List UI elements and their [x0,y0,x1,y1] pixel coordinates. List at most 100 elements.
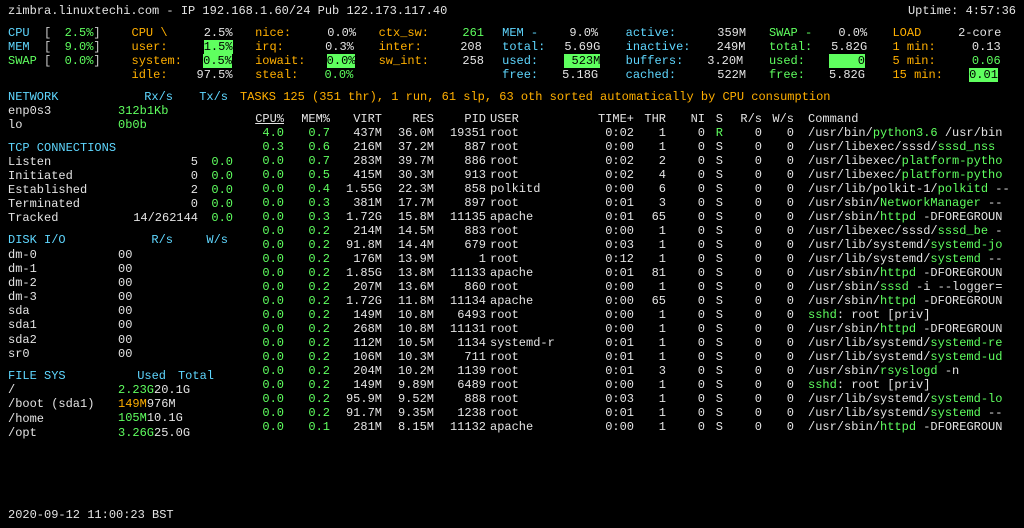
swap-total-label: total: [769,40,812,54]
load-5min-label: 5 min: [892,54,935,68]
fs-row: /opt3.26G25.0G [8,426,214,440]
network-row: enp0s3312b1Kb [8,104,228,118]
uptime-label: Uptime: [908,4,958,18]
swint-val: 258 [429,54,484,68]
process-table[interactable]: CPU%MEM% VIRTRESPID USERTIME+THR NISR/sW… [240,112,1012,434]
swap-pct: 0.0% [58,54,93,68]
disk-row: sda00 [8,304,228,318]
swap-free-label: free: [769,68,805,82]
mem-buffers-val: 3.20M [683,54,743,68]
load-cores: 2-core [921,26,1001,40]
nice-label: nice: [255,26,291,40]
process-row[interactable]: 0.00.2 91.8M14.4M679 root0:031 0S00 /usr… [240,238,1012,252]
mem-cached-label: cached: [626,68,676,82]
swap2-pct: 0.0% [812,26,867,40]
disk-row: sr000 [8,347,228,361]
tcp-row: Established20.0 [8,183,233,197]
cpu-label: CPU [8,26,30,40]
uptime-value: 4:57:36 [966,4,1016,18]
process-header[interactable]: CPU%MEM% VIRTRESPID USERTIME+THR NISR/sW… [240,112,1012,126]
process-row[interactable]: 0.00.2 268M10.8M11131 root0:001 0S00 /us… [240,322,1012,336]
process-row[interactable]: 0.00.1 281M8.15M11132 apache0:001 0S00 /… [240,420,1012,434]
process-row[interactable]: 0.00.2 91.7M9.35M1238 root0:011 0S00 /us… [240,406,1012,420]
process-row[interactable]: 0.00.2 214M14.5M883 root0:001 0S00 /usr/… [240,224,1012,238]
meters: CPU [ 2.5%] MEM [ 9.0%] SWAP [ 0.0%] CPU… [8,26,1016,82]
fs-row: /boot (sda1)149M976M [8,397,214,411]
inter-label: inter: [379,40,422,54]
process-row[interactable]: 0.00.2 112M10.5M1134 systemd-r0:011 0S00… [240,336,1012,350]
host-line: zimbra.linuxtechi.com - IP 192.168.1.60/… [8,4,447,18]
mem-used-val: 523M [572,54,601,68]
mem-buffers-label: buffers: [626,54,684,68]
cpu-user-pct: 1.5% [204,40,233,54]
cpu-system-label: system: [132,54,182,68]
tcp-row: Listen50.0 [8,155,233,169]
mem-active-label: active: [626,26,676,40]
swap-used-val: 0 [858,54,865,68]
process-row[interactable]: 0.00.2 1.72G11.8M11134 apache0:0065 0S00… [240,294,1012,308]
fs-row: /home105M10.1G [8,411,214,425]
process-row[interactable]: 0.00.2 95.9M9.52M888 root0:031 0S00 /usr… [240,392,1012,406]
network-row: lo0b0b [8,118,228,132]
irq-pct: 0.3% [284,40,354,54]
tcp-title: TCP CONNECTIONS [8,141,233,155]
disk-row: sda200 [8,333,228,347]
cpu-total-pct: 2.5% [168,26,233,40]
disk-row: sda100 [8,318,228,332]
network-title: NETWORK [8,90,118,104]
process-row[interactable]: 0.00.2 149M10.8M6493 root0:001 0S00 sshd… [240,308,1012,322]
cpu-idle-label: idle: [132,68,168,82]
process-row[interactable]: 0.00.3 1.72G15.8M11135 apache0:0165 0S00… [240,210,1012,224]
swap-free-val: 5.82G [805,68,865,82]
process-row[interactable]: 0.00.5 415M30.3M913 root0:024 0S00 /usr/… [240,168,1012,182]
nice-pct: 0.0% [291,26,356,40]
swap-total-val: 5.82G [812,40,867,54]
mem-pct: 9.0% [58,40,93,54]
tcp-row: Tracked14/2621440.0 [8,211,233,225]
memd-label: MEM - [502,26,538,40]
process-row[interactable]: 0.00.2 1.85G13.8M11133 apache0:0181 0S00… [240,266,1012,280]
disk-row: dm-300 [8,290,228,304]
cpu-user-label: user: [132,40,168,54]
process-row[interactable]: 4.00.7 437M36.0M19351 root0:021 0R00 /us… [240,126,1012,140]
disk-row: dm-200 [8,276,228,290]
mem-active-val: 359M [676,26,746,40]
iowait-label: iowait: [255,54,305,68]
process-row[interactable]: 0.00.2 149M9.89M6489 root0:001 0S00 sshd… [240,378,1012,392]
inter-val: 208 [422,40,482,54]
process-row[interactable]: 0.30.6 216M37.2M887 root0:001 0S00 /usr/… [240,140,1012,154]
load-5min-val: 0.06 [936,54,1001,68]
process-row[interactable]: 0.00.4 1.55G22.3M858 polkitd0:006 0S00 /… [240,182,1012,196]
load-15min-label: 15 min: [892,68,942,82]
mem-cached-val: 522M [676,68,746,82]
process-row[interactable]: 0.00.2 204M10.2M1139 root0:013 0S00 /usr… [240,364,1012,378]
cpu-system-pct: 0.5% [203,54,232,68]
swap-used-label: used: [769,54,805,68]
steal-pct: 0.0% [298,68,353,82]
network-table: NETWORKRx/sTx/senp0s3312b1Kblo0b0b [8,90,228,133]
process-row[interactable]: 0.00.3 381M17.7M897 root0:013 0S00 /usr/… [240,196,1012,210]
diskio-table: DISK I/OR/sW/sdm-000dm-100dm-200dm-300sd… [8,233,228,361]
load-15min-val: 0.01 [969,68,998,82]
mem-free-val: 5.18G [538,68,598,82]
swap2-label: SWAP - [769,26,812,40]
mem-inactive-val: 249M [690,40,745,54]
process-row[interactable]: 0.00.2 176M13.9M1 root0:121 0S00 /usr/li… [240,252,1012,266]
mem-total-val: 5.69G [545,40,600,54]
swint-label: sw_int: [379,54,429,68]
load-1min-label: 1 min: [892,40,935,54]
filesys-table: FILE SYSUsedTotal/2.23G20.1G/boot (sda1)… [8,369,214,440]
process-row[interactable]: 0.00.7 283M39.7M886 root0:022 0S00 /usr/… [240,154,1012,168]
cpu-idle-pct: 97.5% [168,68,233,82]
tcp-table: TCP CONNECTIONSListen50.0Initiated00.0Es… [8,141,233,226]
fs-title: FILE SYS [8,369,118,383]
process-row[interactable]: 0.00.2 207M13.6M860 root0:001 0S00 /usr/… [240,280,1012,294]
memd-pct: 9.0% [538,26,598,40]
steal-label: steal: [255,68,298,82]
ctxsw-val: 261 [429,26,484,40]
tcp-row: Terminated00.0 [8,197,233,211]
process-row[interactable]: 0.00.2 106M10.3M711 root0:011 0S00 /usr/… [240,350,1012,364]
cpu-pct: 2.5% [58,26,93,40]
load-1min-val: 0.13 [936,40,1001,54]
disk-row: dm-100 [8,262,228,276]
